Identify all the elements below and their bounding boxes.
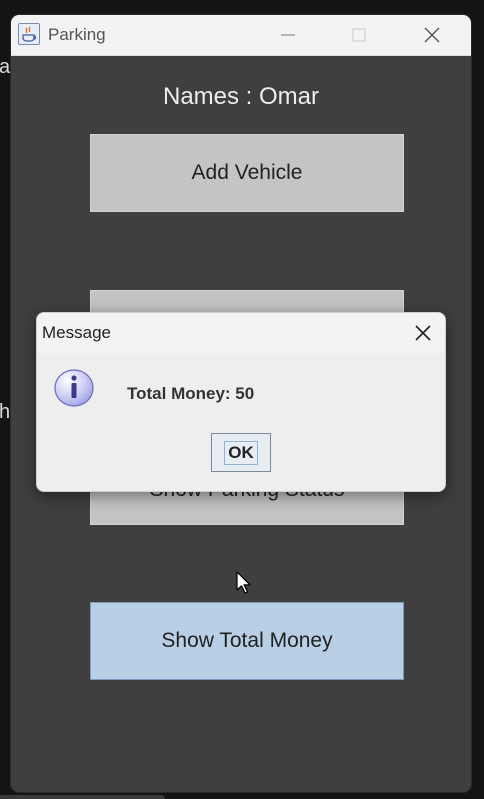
add-vehicle-button[interactable]: Add Vehicle [90, 134, 404, 212]
info-icon [53, 368, 95, 413]
background-text-a: a [0, 56, 11, 78]
minimize-icon[interactable] [265, 15, 311, 55]
names-label: Names : Omar [162, 83, 320, 110]
window-title: Parking [48, 25, 106, 44]
taskbar-strip [0, 795, 165, 799]
message-dialog: Message Total Money: 50 OK [36, 312, 446, 492]
java-app-icon [18, 23, 40, 45]
background-text-h: h [0, 401, 11, 423]
show-total-money-button[interactable]: Show Total Money [90, 602, 404, 680]
dialog-message: Total Money: 50 [127, 384, 255, 403]
title-bar[interactable]: Parking [11, 15, 471, 56]
maximize-icon[interactable] [336, 15, 382, 55]
close-icon[interactable] [409, 15, 455, 55]
dialog-title-bar[interactable]: Message [37, 313, 445, 353]
dialog-close-icon[interactable] [401, 313, 445, 353]
mouse-cursor-icon [236, 571, 252, 600]
dialog-title: Message [42, 323, 111, 342]
ok-button[interactable]: OK [211, 433, 271, 472]
ok-button-label: OK [224, 440, 258, 465]
